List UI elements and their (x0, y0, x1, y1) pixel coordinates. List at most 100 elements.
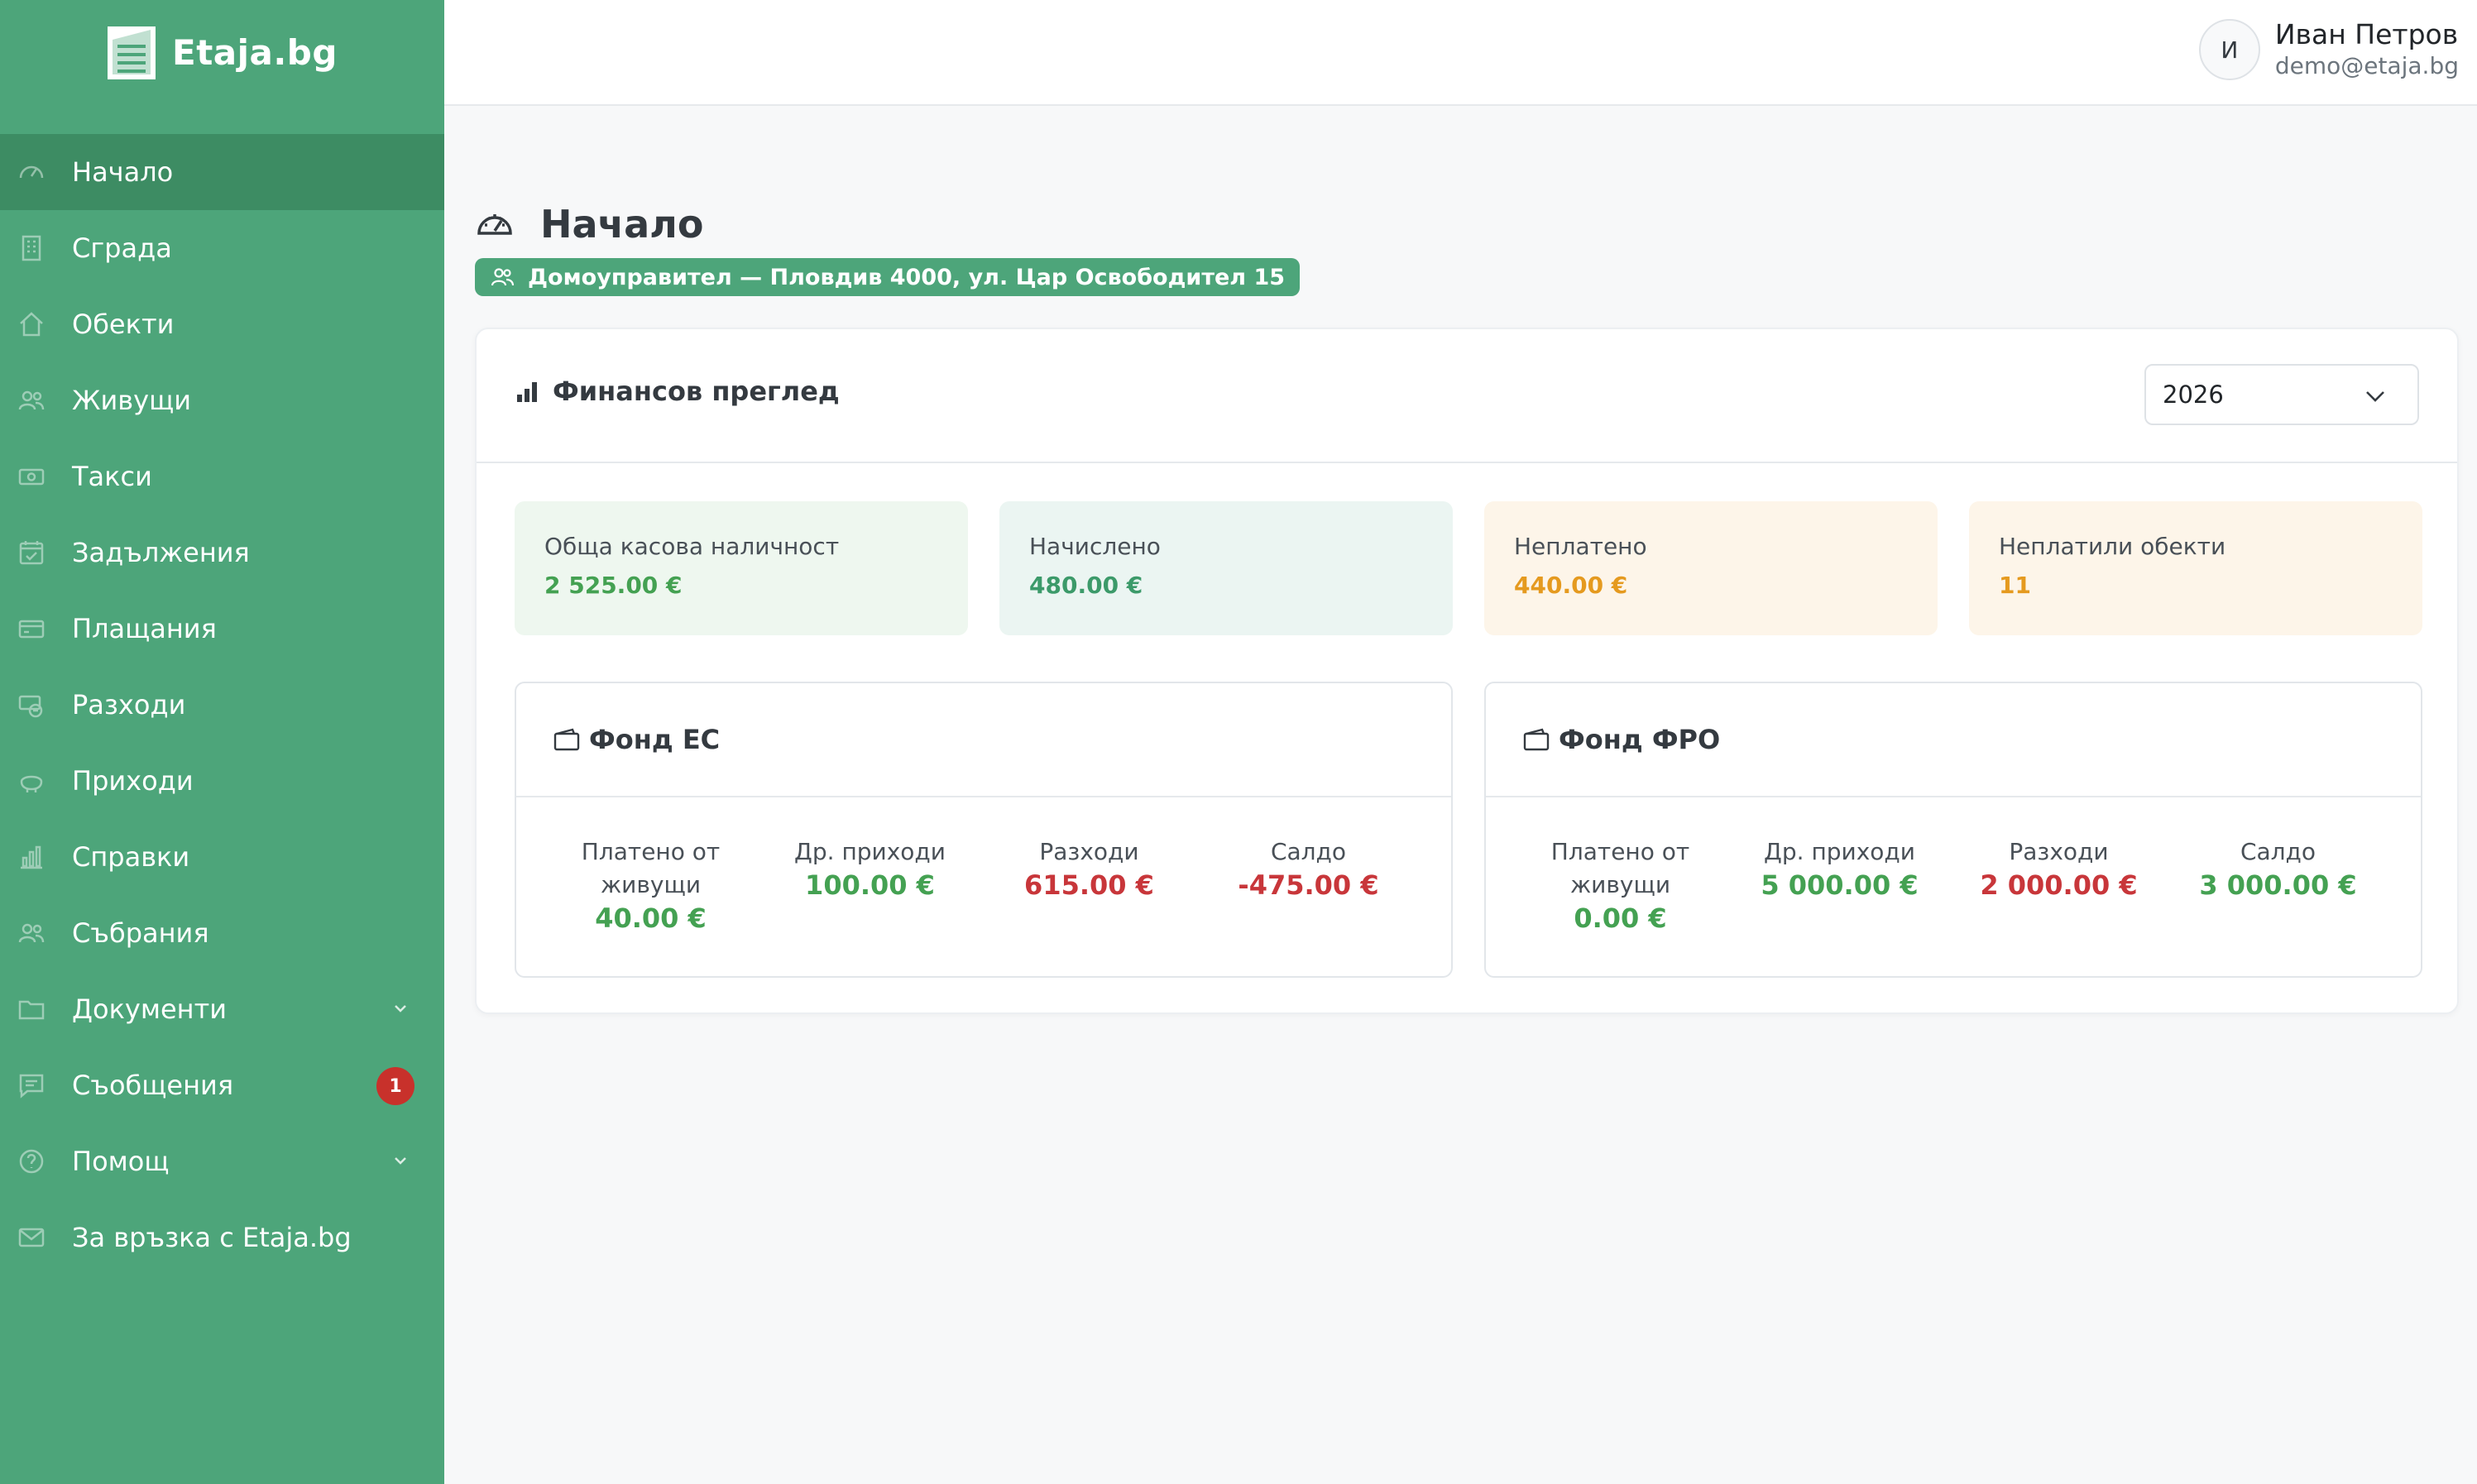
stat-unpaid-units: Неплатили обекти 11 (1969, 501, 2422, 635)
stat-cash-balance: Обща касова наличност 2 525.00 € (515, 501, 968, 635)
wallet-icon (1523, 728, 1550, 751)
stat-label: Неплатили обекти (1999, 533, 2226, 560)
metric-paid-by-residents: Платено от живущи 40.00 € (541, 835, 760, 935)
calendar-check-icon (17, 538, 46, 567)
metric-expenses: Разходи 2 000.00 € (1949, 835, 2168, 935)
metric-label: Разходи (2009, 838, 2109, 865)
finance-overview-card: Финансов преглед 2026 Обща касова наличн… (475, 328, 2459, 1014)
metric-other-income: Др. приходи 5 000.00 € (1730, 835, 1949, 935)
sidebar-item-documents[interactable]: Документи (0, 971, 444, 1047)
unread-badge: 1 (376, 1067, 414, 1105)
sidebar-item-label: Справки (72, 841, 190, 873)
metric-label: Салдо (1270, 838, 1347, 865)
fund-card-es: Фонд ЕС Платено от живущи 40.00 € Др. пр… (515, 682, 1453, 978)
sidebar-item-label: Разходи (72, 689, 186, 720)
card-title: Финансов преглед (515, 376, 840, 407)
metric-value: 5 000.00 € (1761, 869, 1919, 901)
page-title: Начало (540, 202, 704, 247)
people-icon (491, 268, 515, 286)
card-title-text: Финансов преглед (553, 376, 840, 407)
chevron-down-icon (395, 1157, 406, 1165)
sidebar-item-residents[interactable]: Живущи (0, 362, 444, 438)
sidebar-item-units[interactable]: Обекти (0, 286, 444, 362)
metric-paid-by-residents: Платено от живущи 0.00 € (1511, 835, 1730, 935)
metric-value: 0.00 € (1574, 902, 1667, 934)
sidebar-item-home[interactable]: Начало (0, 134, 444, 210)
metric-label: Др. приходи (1764, 838, 1915, 865)
house-icon (17, 309, 46, 339)
card-header: Финансов преглед 2026 (477, 329, 2457, 463)
cash-out-icon (17, 690, 46, 720)
fund-header: Фонд ЕС (516, 683, 1451, 797)
sidebar-item-obligations[interactable]: Задължения (0, 515, 444, 591)
fund-metrics: Платено от живущи 40.00 € Др. приходи 10… (516, 797, 1451, 935)
sidebar-item-label: Обекти (72, 309, 175, 340)
metric-balance: Салдо 3 000.00 € (2168, 835, 2388, 935)
sidebar-item-reports[interactable]: Справки (0, 819, 444, 895)
metric-value: 40.00 € (595, 902, 707, 934)
chevron-down-icon (395, 1005, 406, 1012)
bar-chart-icon (17, 842, 46, 872)
sidebar-item-income[interactable]: Приходи (0, 743, 444, 819)
metric-value: 2 000.00 € (1980, 869, 2138, 901)
metric-label: Салдо (2240, 838, 2316, 865)
building-logo-icon (108, 26, 156, 79)
people-icon (17, 918, 46, 948)
fund-name: Фонд ФРО (1559, 724, 1721, 755)
sidebar-item-expenses[interactable]: Разходи (0, 667, 444, 743)
sidebar-item-label: Плащания (72, 613, 217, 644)
credit-card-icon (17, 614, 46, 644)
cash-icon (17, 462, 46, 491)
sidebar-item-label: Сграда (72, 232, 172, 264)
piggy-bank-icon (17, 766, 46, 796)
question-circle-icon (17, 1147, 46, 1176)
people-icon (17, 385, 46, 415)
metric-expenses: Разходи 615.00 € (980, 835, 1199, 935)
metric-value: 100.00 € (805, 869, 935, 901)
top-bar: И Иван Петров demo@etaja.bg (444, 0, 2477, 106)
user-name: Иван Петров (2274, 18, 2459, 50)
metric-value: -475.00 € (1238, 869, 1379, 901)
stat-label: Неплатено (1514, 533, 1647, 560)
sidebar-item-fees[interactable]: Такси (0, 438, 444, 515)
sidebar-item-label: Задължения (72, 537, 250, 568)
sidebar-item-contact[interactable]: За връзка с Etaja.bg (0, 1199, 444, 1276)
wallet-icon (553, 728, 580, 751)
sidebar-item-label: Начало (72, 156, 174, 188)
stat-charged: Начислено 480.00 € (999, 501, 1453, 635)
chevron-down-icon (2366, 391, 2384, 402)
fund-metrics: Платено от живущи 0.00 € Др. приходи 5 0… (1486, 797, 2421, 935)
stats-row: Обща касова наличност 2 525.00 € Начисле… (515, 501, 2422, 635)
metric-balance: Салдо -475.00 € (1199, 835, 1418, 935)
sidebar-item-building[interactable]: Сграда (0, 210, 444, 286)
sidebar-nav: Начало Сграда Обекти Живущи Такси Задълж… (0, 134, 444, 1276)
sidebar-item-label: Събрания (72, 917, 209, 949)
stat-value: 480.00 € (1029, 572, 1143, 599)
year-select[interactable]: 2026 (2144, 364, 2419, 425)
stat-value: 2 525.00 € (544, 572, 683, 599)
role-badge: Домоуправител — Пловдив 4000, ул. Цар Ос… (475, 258, 1301, 296)
funds-row: Фонд ЕС Платено от живущи 40.00 € Др. пр… (515, 682, 2422, 978)
sidebar-item-label: Живущи (72, 385, 191, 416)
gauge-icon (477, 214, 512, 235)
sidebar-item-meetings[interactable]: Събрания (0, 895, 444, 971)
avatar[interactable]: И (2198, 19, 2260, 80)
sidebar-item-payments[interactable]: Плащания (0, 591, 444, 667)
sidebar-item-label: Съобщения (72, 1070, 234, 1101)
sidebar-item-messages[interactable]: Съобщения 1 (0, 1047, 444, 1123)
metric-other-income: Др. приходи 100.00 € (760, 835, 980, 935)
sidebar-item-help[interactable]: Помощ (0, 1123, 444, 1199)
chat-icon (17, 1070, 46, 1100)
sidebar-item-label: Такси (72, 461, 152, 492)
metric-value: 3 000.00 € (2199, 869, 2357, 901)
metric-value: 615.00 € (1024, 869, 1154, 901)
folder-icon (17, 994, 46, 1024)
sidebar-item-label: За връзка с Etaja.bg (72, 1222, 352, 1253)
fund-name: Фонд ЕС (589, 724, 721, 755)
stat-value: 440.00 € (1514, 572, 1628, 599)
user-menu[interactable]: И Иван Петров demo@etaja.bg (2198, 18, 2459, 81)
role-text: Домоуправител — Пловдив 4000, ул. Цар Ос… (528, 264, 1286, 290)
sidebar-item-label: Помощ (72, 1146, 170, 1177)
brand[interactable]: Etaja.bg (106, 23, 338, 81)
building-icon (17, 233, 46, 263)
